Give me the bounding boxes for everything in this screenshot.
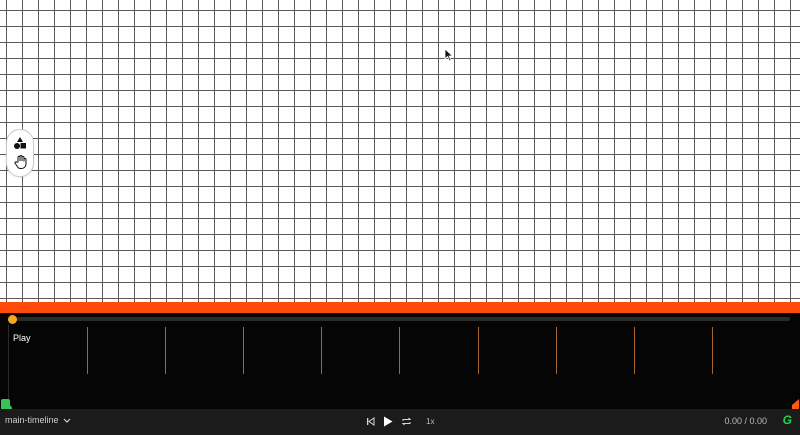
hand-tool-button[interactable] — [10, 153, 30, 171]
playback-controls: 1x — [366, 414, 434, 428]
arrow-cursor-icon — [444, 48, 454, 62]
timeline-tick — [478, 327, 479, 374]
speed-selector[interactable]: 1x — [426, 417, 434, 426]
shapes-tool-button[interactable] — [10, 134, 30, 152]
timeline-tick — [321, 327, 322, 374]
timeline-tick — [243, 327, 244, 374]
playhead-line — [8, 325, 9, 409]
timeline-selector-label: main-timeline — [5, 415, 59, 425]
time-readout: 0.00 / 0.00 — [724, 416, 767, 426]
timeline-tick — [634, 327, 635, 374]
skip-back-icon — [367, 416, 375, 426]
timeline-toolbar: main-timeline 1x 0.00 / 0.00 G — [0, 409, 800, 435]
skip-back-button[interactable] — [366, 416, 375, 426]
shapes-icon — [14, 137, 26, 149]
play-button[interactable] — [383, 416, 393, 427]
timeline-accent-bar — [0, 302, 800, 313]
brand-logo-icon[interactable]: G — [783, 413, 792, 427]
timeline-tick — [712, 327, 713, 374]
timeline-tick — [165, 327, 166, 374]
loop-button[interactable] — [401, 417, 412, 426]
timeline-tick — [87, 327, 88, 374]
loop-icon — [401, 417, 412, 425]
grid-canvas[interactable] — [0, 0, 800, 302]
hand-icon — [13, 155, 26, 169]
timeline-tick — [399, 327, 400, 374]
play-icon — [384, 416, 393, 426]
tool-palette — [6, 129, 34, 177]
timeline-selector[interactable]: main-timeline — [5, 415, 71, 425]
timeline-panel: Play main-timeline 1x 0.00 / 0.00 G — [0, 313, 800, 435]
chevron-down-icon — [63, 418, 70, 423]
scrub-knob[interactable] — [8, 315, 17, 324]
track-label: Play — [13, 333, 31, 343]
timeline-tick — [556, 327, 557, 374]
scrub-track[interactable] — [10, 317, 790, 321]
